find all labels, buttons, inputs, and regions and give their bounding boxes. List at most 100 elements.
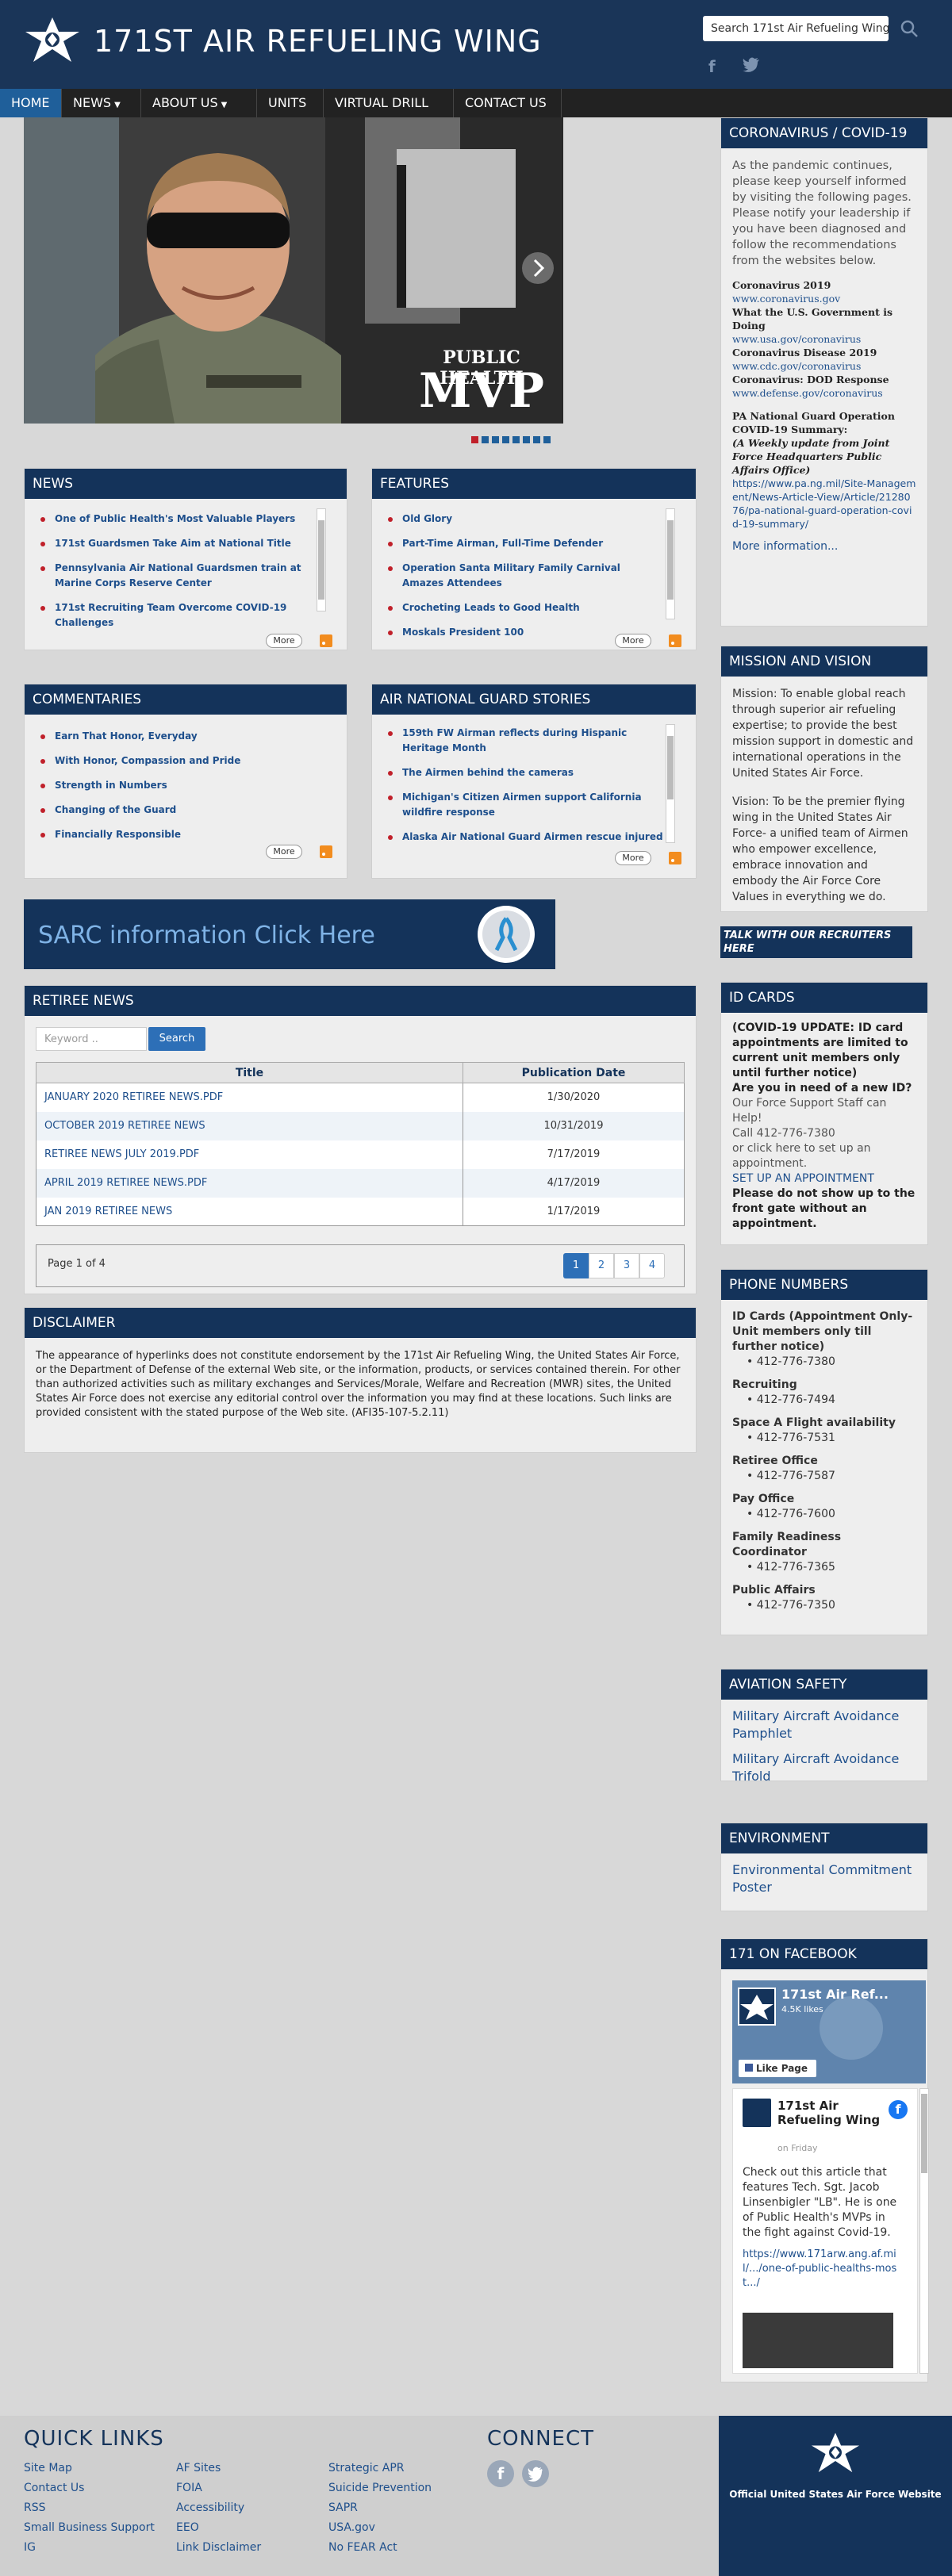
features-heading[interactable]: FEATURES — [372, 469, 696, 499]
commentary-item[interactable]: With Honor, Compassion and Pride — [39, 753, 315, 769]
footer-link[interactable]: Strategic APR — [328, 2462, 404, 2474]
carousel-dot[interactable] — [482, 436, 489, 443]
nav-home[interactable]: HOME — [0, 89, 62, 117]
fb-post-link[interactable]: https://www.171arw.ang.af.mil/.../one-of… — [743, 2248, 901, 2290]
twitter-icon[interactable] — [522, 2460, 549, 2487]
footer-link[interactable]: Site Map — [24, 2462, 72, 2474]
footer-link[interactable]: Accessibility — [176, 2501, 244, 2514]
features-more-button[interactable]: More — [615, 634, 651, 648]
air-force-logo-icon[interactable] — [24, 14, 81, 70]
carousel-dot[interactable] — [512, 436, 520, 443]
carousel-next-arrow[interactable] — [522, 252, 554, 284]
covid-more-link[interactable]: More information... — [721, 531, 927, 553]
aviation-link[interactable]: Military Aircraft Avoidance Trifold — [721, 1742, 927, 1785]
covid-link[interactable]: www.defense.gov/coronavirus — [732, 386, 916, 400]
commentaries-more-button[interactable]: More — [266, 845, 302, 859]
nav-virtual-drill[interactable]: VIRTUAL DRILL — [324, 89, 454, 117]
ang-more-button[interactable]: More — [615, 851, 651, 865]
commentaries-heading[interactable]: COMMENTARIES — [25, 684, 347, 715]
features-item[interactable]: Old Glory — [386, 512, 664, 527]
setup-appointment-link[interactable]: SET UP AN APPOINTMENT — [732, 1171, 916, 1186]
footer-link[interactable]: Small Business Support — [24, 2521, 155, 2534]
rss-icon[interactable] — [320, 634, 332, 647]
facebook-icon[interactable]: f — [708, 57, 720, 76]
retiree-link[interactable]: OCTOBER 2019 RETIREE NEWS — [44, 1120, 205, 1132]
carousel-dot[interactable] — [471, 436, 478, 443]
carousel-dot[interactable] — [523, 436, 530, 443]
news-scrollbar[interactable] — [317, 508, 326, 611]
column-date[interactable]: Publication Date — [463, 1062, 685, 1083]
covid-link[interactable]: www.coronavirus.gov — [732, 292, 916, 305]
page-1-button[interactable]: 1 — [563, 1253, 589, 1278]
nav-units[interactable]: UNITS — [257, 89, 324, 117]
fb-post-name[interactable]: 171st Air Refueling Wing — [777, 2099, 881, 2127]
environment-link[interactable]: Environmental Commitment Poster — [721, 1853, 927, 1896]
footer-link[interactable]: RSS — [24, 2501, 46, 2514]
footer-af-block[interactable]: Official United States Air Force Website — [719, 2416, 952, 2576]
recruiters-banner[interactable]: TALK WITH OUR RECRUITERS HERE — [720, 926, 912, 958]
hero-carousel[interactable]: PUBLIC HEALTH MVP — [24, 117, 563, 424]
retiree-heading[interactable]: RETIREE NEWS — [25, 986, 696, 1016]
news-item[interactable]: 171st Recruiting Team Overcome COVID-19 … — [39, 600, 315, 631]
commentary-item[interactable]: Changing of the Guard — [39, 803, 315, 818]
news-heading[interactable]: NEWS — [25, 469, 347, 499]
fb-post-image[interactable] — [743, 2313, 893, 2368]
carousel-dot[interactable] — [543, 436, 551, 443]
footer-link[interactable]: Link Disclaimer — [176, 2541, 261, 2554]
carousel-dot[interactable] — [502, 436, 509, 443]
search-icon[interactable] — [898, 17, 920, 40]
nav-news[interactable]: NEWS ▼ — [62, 89, 141, 117]
aviation-link[interactable]: Military Aircraft Avoidance Pamphlet — [721, 1700, 927, 1742]
news-item[interactable]: One of Public Health's Most Valuable Pla… — [39, 512, 315, 527]
retiree-link[interactable]: JAN 2019 RETIREE NEWS — [44, 1206, 172, 1217]
features-item[interactable]: Part-Time Airman, Full-Time Defender — [386, 536, 664, 551]
footer-link[interactable]: USA.gov — [328, 2521, 375, 2534]
nav-contact-us[interactable]: CONTACT US — [454, 89, 562, 117]
rss-icon[interactable] — [669, 634, 681, 647]
features-item[interactable]: Operation Santa Military Family Carnival… — [386, 561, 664, 591]
rss-icon[interactable] — [669, 852, 681, 864]
footer-link[interactable]: FOIA — [176, 2482, 202, 2494]
ang-scrollbar[interactable] — [666, 724, 675, 843]
retiree-link[interactable]: APRIL 2019 RETIREE NEWS.PDF — [44, 1177, 207, 1189]
ang-stories-heading[interactable]: AIR NATIONAL GUARD STORIES — [372, 684, 696, 715]
search-input[interactable]: Search 171st Air Refueling Wing — [703, 16, 889, 41]
page-4-button[interactable]: 4 — [639, 1253, 665, 1278]
footer-link[interactable]: No FEAR Act — [328, 2541, 397, 2554]
retiree-link[interactable]: JANUARY 2020 RETIREE NEWS.PDF — [44, 1091, 223, 1103]
ang-story-item[interactable]: Alaska Air National Guard Airmen rescue … — [386, 830, 664, 845]
covid-link[interactable]: www.cdc.gov/coronavirus — [732, 359, 916, 373]
features-scrollbar[interactable] — [666, 508, 675, 619]
keyword-input[interactable]: Keyword .. — [36, 1027, 147, 1051]
news-more-button[interactable]: More — [266, 634, 302, 648]
footer-link[interactable]: EEO — [176, 2521, 199, 2534]
nav-about-us[interactable]: ABOUT US ▼ — [141, 89, 257, 117]
page-3-button[interactable]: 3 — [614, 1253, 639, 1278]
official-af-website[interactable]: Official United States Air Force Website — [719, 2489, 952, 2500]
rss-icon[interactable] — [320, 845, 332, 858]
fb-page-name[interactable]: 171st Air Ref... — [781, 1987, 889, 2002]
commentary-item[interactable]: Earn That Honor, Everyday — [39, 729, 315, 744]
ang-story-item[interactable]: Michigan's Citizen Airmen support Califo… — [386, 790, 664, 820]
news-item[interactable]: 171st Guardsmen Take Aim at National Tit… — [39, 536, 315, 551]
footer-link[interactable]: IG — [24, 2541, 36, 2554]
facebook-icon[interactable]: f — [487, 2460, 514, 2487]
fb-like-button[interactable]: Like Page — [739, 2060, 816, 2077]
commentary-item[interactable]: Strength in Numbers — [39, 778, 315, 793]
twitter-icon[interactable] — [743, 57, 760, 73]
footer-link[interactable]: AF Sites — [176, 2462, 221, 2474]
news-item[interactable]: Pennsylvania Air National Guardsmen trai… — [39, 561, 315, 591]
retiree-link[interactable]: RETIREE NEWS JULY 2019.PDF — [44, 1148, 199, 1160]
footer-link[interactable]: Contact Us — [24, 2482, 84, 2494]
pa-summary-link[interactable]: https://www.pa.ng.mil/Site-Management/Ne… — [721, 477, 927, 531]
ang-story-item[interactable]: The Airmen behind the cameras — [386, 765, 664, 780]
site-title[interactable]: 171ST AIR REFUELING WING — [94, 24, 542, 59]
column-title[interactable]: Title — [36, 1062, 463, 1083]
carousel-dot[interactable] — [492, 436, 499, 443]
features-item[interactable]: Crocheting Leads to Good Health — [386, 600, 664, 615]
facebook-cover[interactable]: 171st Air Ref... 4.5K likes Like Page — [732, 1980, 926, 2083]
sarc-banner[interactable]: SARC information Click Here — [24, 899, 555, 969]
footer-link[interactable]: Suicide Prevention — [328, 2482, 432, 2494]
ang-story-item[interactable]: 159th FW Airman reflects during Hispanic… — [386, 726, 664, 756]
retiree-search-button[interactable]: Search — [148, 1027, 205, 1051]
